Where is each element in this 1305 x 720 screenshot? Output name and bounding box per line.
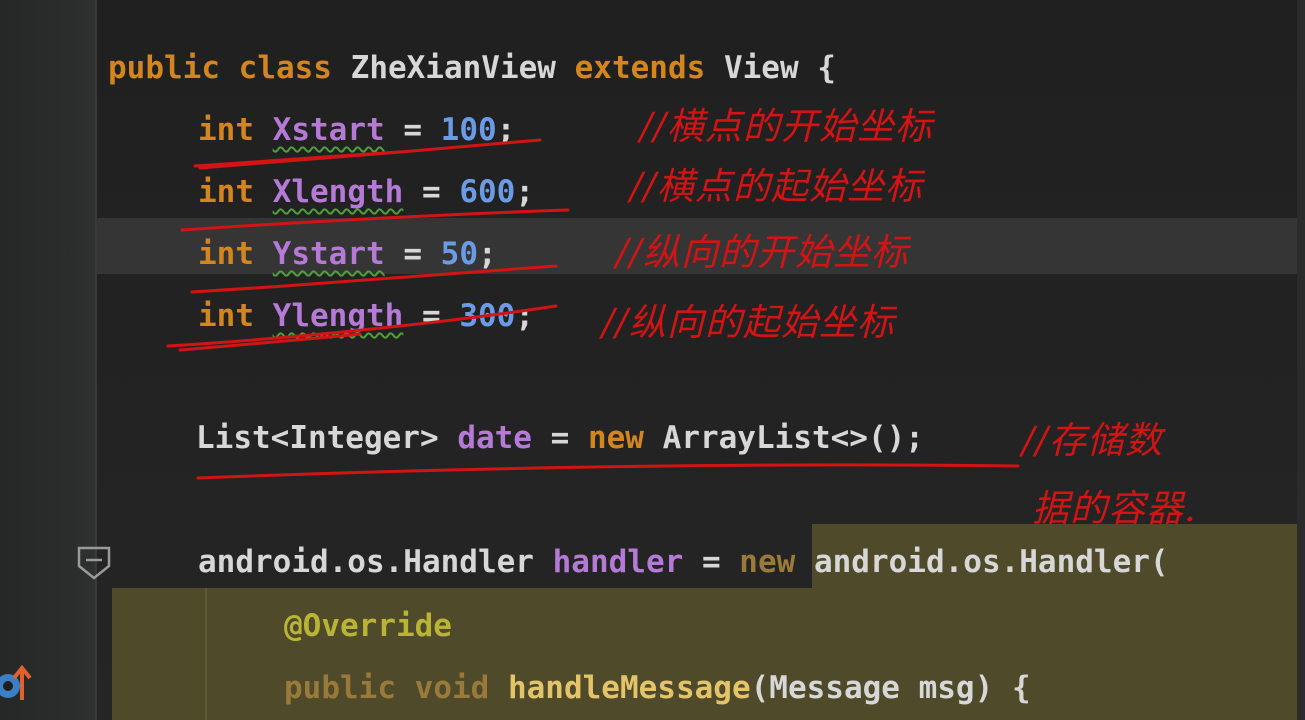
field-value: 50	[440, 236, 478, 272]
keyword-extends: extends	[574, 50, 706, 86]
indent-guide	[205, 588, 207, 720]
method-name: handleMessage	[507, 670, 751, 706]
handwritten-note-2: //横点的起始坐标	[630, 165, 923, 208]
equals-sign: =	[403, 112, 422, 148]
list-name: date	[457, 420, 532, 456]
list-constructor: ArrayList<>();	[662, 420, 924, 456]
keyword-class: class	[238, 50, 332, 86]
field-type: int	[198, 298, 254, 334]
class-declaration-line[interactable]: public class ZheXianView extends View {	[108, 48, 836, 88]
keyword-new: new	[739, 544, 796, 580]
equals-sign: =	[701, 544, 721, 580]
handwritten-note-3: //纵向的开始坐标	[616, 231, 909, 274]
field-line-xstart[interactable]: int Xstart = 100;	[198, 110, 515, 150]
field-name: Ylength	[272, 298, 404, 334]
field-name: Xstart	[272, 112, 385, 148]
list-declaration-line[interactable]: List<Integer> date = new ArrayList<>();	[196, 418, 924, 458]
equals-sign: =	[422, 174, 441, 210]
method-declaration-line[interactable]: public void handleMessage(Message msg) {	[284, 668, 1031, 708]
handler-name: handler	[552, 544, 684, 580]
field-line-ylength[interactable]: int Ylength = 300;	[198, 296, 534, 336]
field-value: 600	[459, 174, 516, 210]
handwritten-note-6: 据的容器.	[1032, 487, 1197, 530]
equals-sign: =	[550, 420, 570, 456]
editor-gutter[interactable]	[0, 0, 95, 720]
open-brace: {	[1011, 670, 1031, 706]
equals-sign: =	[403, 236, 422, 272]
open-brace: {	[817, 50, 836, 86]
override-annotation[interactable]: @Override	[284, 606, 452, 646]
equals-sign: =	[422, 298, 441, 334]
handwritten-note-5: //存储数	[1022, 419, 1163, 462]
semicolon: ;	[515, 298, 535, 334]
field-type: int	[198, 236, 254, 272]
field-type: int	[198, 174, 254, 210]
handler-declaration-line[interactable]: android.os.Handler handler = new android…	[198, 542, 1169, 582]
semicolon: ;	[496, 112, 516, 148]
method-params: (Message msg)	[750, 670, 994, 706]
handler-constructor: android.os.Handler(	[813, 544, 1169, 580]
keyword-public: public	[108, 50, 220, 86]
keyword-public: public	[284, 670, 396, 706]
field-name: Xlength	[272, 174, 404, 210]
field-value: 300	[459, 298, 516, 334]
handwritten-note-1: //横点的开始坐标	[640, 105, 933, 148]
class-name: ZheXianView	[350, 50, 556, 86]
field-value: 100	[440, 112, 497, 148]
override-arrow-icon[interactable]	[0, 660, 40, 706]
semicolon: ;	[515, 174, 535, 210]
scrollbar[interactable]	[1297, 0, 1305, 720]
keyword-void: void	[414, 670, 490, 706]
field-name: Ystart	[272, 236, 385, 272]
parent-class: View	[723, 50, 799, 86]
handler-type: android.os.Handler	[198, 544, 534, 580]
field-type: int	[198, 112, 254, 148]
handwritten-note-4: //纵向的起始坐标	[602, 301, 895, 344]
keyword-new: new	[587, 420, 644, 456]
field-line-ystart[interactable]: int Ystart = 50;	[198, 234, 497, 274]
fold-marker-icon[interactable]	[76, 546, 112, 580]
semicolon: ;	[478, 236, 497, 272]
list-type: List<Integer>	[196, 420, 439, 456]
field-line-xlength[interactable]: int Xlength = 600;	[198, 172, 534, 212]
